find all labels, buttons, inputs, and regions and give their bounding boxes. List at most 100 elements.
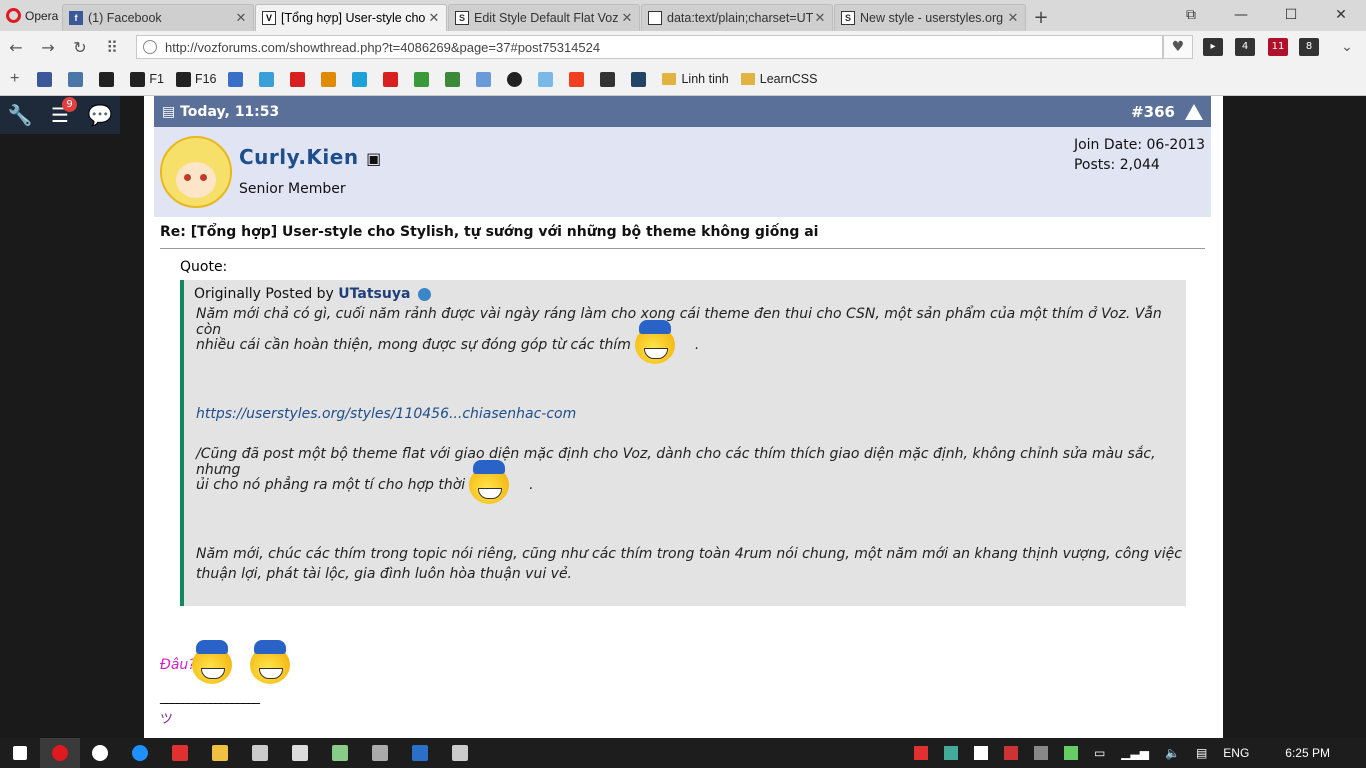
taskbar-app[interactable] — [240, 738, 280, 768]
restore-tabs-icon[interactable]: ⧉ — [1166, 0, 1216, 30]
tab-title: (1) Facebook — [88, 11, 162, 25]
maximize-icon[interactable]: ☐ — [1266, 0, 1316, 30]
bookmark-folder-learncss[interactable]: LearnCSS — [740, 72, 817, 86]
list-icon[interactable]: ☰ 9 — [40, 97, 80, 127]
taskbar-app[interactable] — [200, 738, 240, 768]
bookmark-youtube-icon — [383, 71, 399, 87]
close-tab-icon[interactable]: ✕ — [1007, 10, 1019, 26]
opera-menu-down-icon[interactable]: ⌄ — [1337, 38, 1357, 56]
new-tab-button[interactable]: + — [1027, 4, 1055, 31]
stylish-extension-icon[interactable]: 8 — [1299, 38, 1319, 56]
bookmark-voz-icon — [99, 71, 115, 87]
battery-icon[interactable]: ▭ — [1094, 746, 1105, 760]
wifi-icon[interactable]: ▁▃▅ — [1121, 746, 1149, 760]
language-indicator[interactable]: ENG — [1223, 746, 1249, 760]
document-icon — [648, 11, 662, 25]
tray-app-icon[interactable] — [943, 746, 958, 760]
bookmark-item[interactable] — [383, 71, 402, 87]
quote-author: UTatsuya — [338, 286, 411, 302]
bookmark-item[interactable] — [259, 71, 278, 87]
bookmark-item[interactable]: F16 — [175, 71, 217, 87]
taskbar-app[interactable] — [400, 738, 440, 768]
quote-block: Originally Posted by UTatsuya Năm mới ch… — [180, 280, 1186, 606]
bookmark-item[interactable] — [538, 71, 557, 87]
bookmark-item[interactable] — [68, 71, 87, 87]
post-number-link[interactable]: #366 — [1131, 103, 1175, 121]
bookmark-item[interactable] — [631, 71, 650, 87]
taskbar-app[interactable] — [40, 738, 80, 768]
extension-badge: 11 — [1271, 41, 1285, 52]
bookmark-item[interactable] — [99, 71, 118, 87]
taskbar-app[interactable] — [440, 738, 480, 768]
back-icon[interactable]: ← — [0, 38, 32, 57]
close-tab-icon[interactable]: ✕ — [814, 10, 826, 26]
bookmark-item[interactable] — [228, 71, 247, 87]
address-input[interactable]: http://vozforums.com/showthread.php?t=40… — [136, 35, 1163, 59]
forward-icon[interactable]: → — [32, 38, 64, 57]
bookmark-folder-linh-tinh[interactable]: Linh tinh — [662, 72, 729, 86]
reload-icon[interactable]: ↻ — [64, 38, 96, 57]
wrench-icon[interactable]: 🔧 — [0, 103, 40, 127]
user-info-panel: Curly.Kien ▣ Senior Member Join Date: 06… — [154, 127, 1211, 217]
chat-icon[interactable]: 💬 — [80, 103, 120, 127]
close-window-icon[interactable]: ✕ — [1316, 0, 1366, 30]
extension-icon[interactable]: ▸ — [1203, 38, 1223, 56]
speed-dial-icon[interactable]: ⠿ — [96, 38, 128, 57]
close-tab-icon[interactable]: ✕ — [235, 10, 247, 26]
username-link[interactable]: Curly.Kien ▣ — [239, 145, 382, 169]
bookmark-icon — [259, 71, 275, 87]
opera-menu-button[interactable]: Opera — [0, 0, 62, 31]
windows-icon — [13, 746, 27, 760]
clock[interactable]: 6:25 PM — [1285, 746, 1330, 760]
close-tab-icon[interactable]: ✕ — [428, 10, 440, 26]
tray-app-icon[interactable] — [1063, 746, 1078, 760]
view-post-arrow-icon[interactable] — [417, 287, 431, 301]
tab-voz-thread[interactable]: V [Tổng hợp] User-style cho ✕ — [255, 4, 447, 31]
tray-app-icon[interactable] — [1003, 746, 1018, 760]
bookmark-label: F16 — [194, 72, 217, 86]
opera-logo-icon — [6, 8, 21, 23]
taskbar-app[interactable] — [280, 738, 320, 768]
taskbar-app[interactable] — [120, 738, 160, 768]
close-tab-icon[interactable]: ✕ — [621, 10, 633, 26]
signature-separator: __________________ — [160, 690, 260, 705]
minimize-icon[interactable]: — — [1216, 0, 1266, 30]
tab-new-style[interactable]: S New style - userstyles.org ✕ — [834, 4, 1026, 31]
bookmark-item[interactable] — [352, 71, 371, 87]
taskbar-app[interactable] — [80, 738, 120, 768]
tray-app-icon[interactable] — [1033, 746, 1048, 760]
bookmark-item[interactable] — [445, 71, 464, 87]
avatar[interactable] — [160, 136, 232, 208]
bookmark-item[interactable] — [290, 71, 309, 87]
taskbar-app[interactable] — [320, 738, 360, 768]
quote-link[interactable]: https://userstyles.org/styles/110456...c… — [196, 406, 576, 422]
add-bookmark-icon[interactable]: + — [10, 70, 19, 88]
bookmark-item[interactable] — [569, 71, 588, 87]
bookmark-item[interactable] — [321, 71, 340, 87]
post-count: Posts: 2,044 — [1073, 157, 1160, 173]
bookmark-heart-icon[interactable]: ♥ — [1163, 35, 1193, 59]
bookmark-item[interactable]: F1 — [130, 71, 164, 87]
action-center-icon[interactable]: ▤ — [1196, 746, 1207, 760]
extension-badge: 8 — [1305, 41, 1313, 52]
tab-facebook[interactable]: f (1) Facebook ✕ — [62, 4, 254, 31]
tray-vivaldi-icon[interactable] — [913, 746, 928, 760]
bookmark-item[interactable] — [600, 71, 619, 87]
taskbar-app[interactable] — [360, 738, 400, 768]
bookmark-icon — [352, 71, 368, 87]
username-text: Curly.Kien — [239, 145, 359, 169]
bookmark-icon — [290, 71, 306, 87]
extension-icon[interactable]: 4 — [1235, 38, 1255, 56]
bookmark-item[interactable] — [37, 71, 56, 87]
volume-icon[interactable]: 🔈 — [1165, 746, 1180, 760]
tab-data-text[interactable]: data:text/plain;charset=UT ✕ — [641, 4, 833, 31]
bookmark-item[interactable] — [476, 71, 495, 87]
bookmark-item[interactable] — [414, 71, 433, 87]
extension-icon[interactable]: 11 — [1268, 38, 1288, 56]
report-warning-icon[interactable] — [1185, 103, 1203, 120]
tab-edit-style[interactable]: S Edit Style Default Flat Voz ✕ — [448, 4, 640, 31]
taskbar-app[interactable] — [160, 738, 200, 768]
start-button[interactable] — [0, 738, 40, 768]
tray-app-icon[interactable] — [973, 746, 988, 760]
bookmark-item[interactable] — [507, 71, 526, 87]
